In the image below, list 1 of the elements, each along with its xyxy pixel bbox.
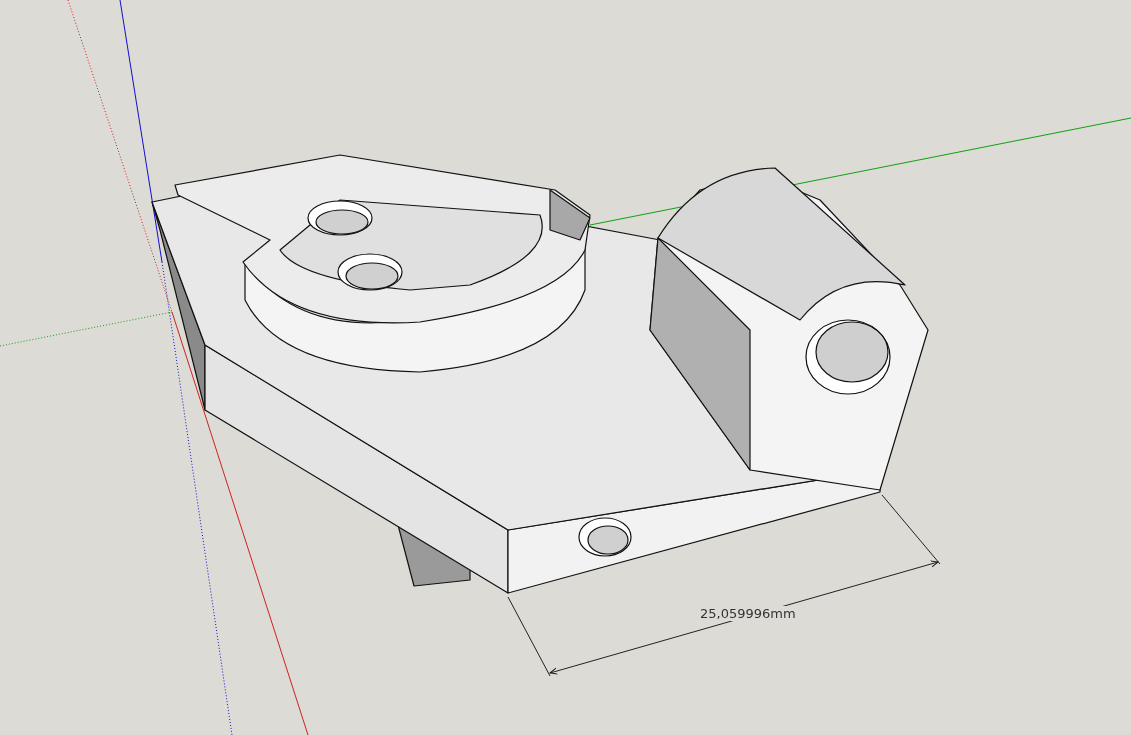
dimension-label: 25,059996mm [699,606,797,621]
